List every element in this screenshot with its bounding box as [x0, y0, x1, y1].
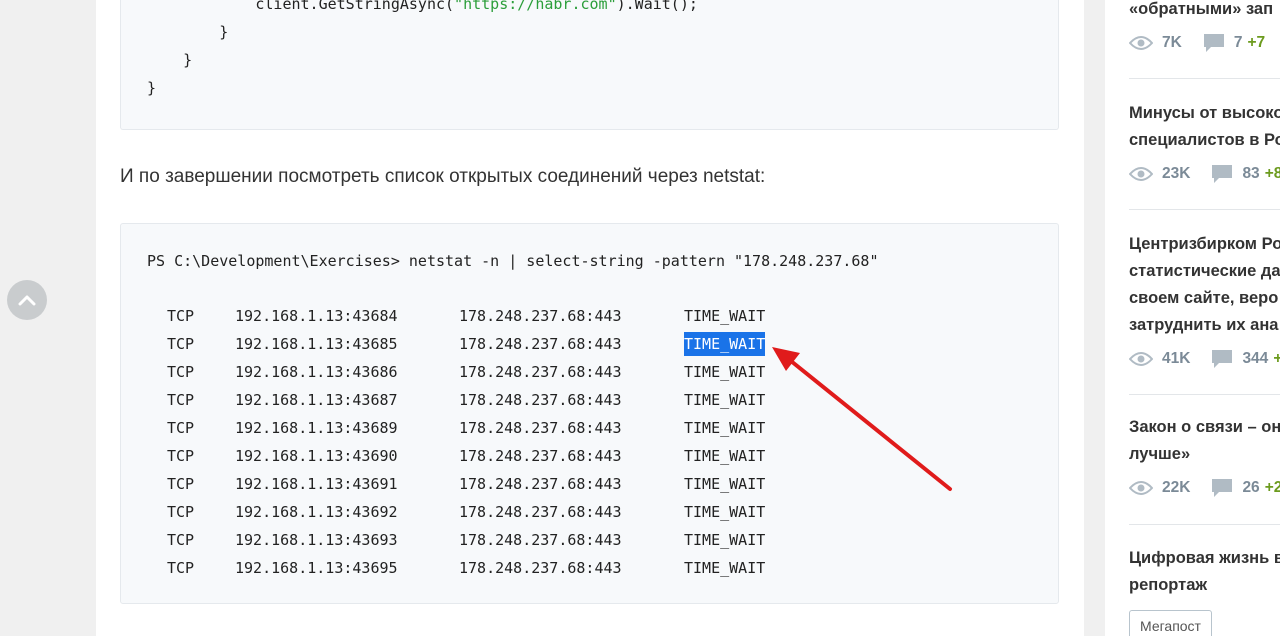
views-count: 22K [1162, 479, 1191, 496]
local-address-cell: 192.168.1.13:43687 [235, 391, 398, 409]
code-line: client.GetStringAsync("https://habr.com"… [147, 0, 698, 13]
views-count: 41K [1162, 350, 1191, 367]
eye-icon [1129, 352, 1153, 366]
post-title-line[interactable]: лучше» [1129, 441, 1280, 468]
comments-count[interactable]: 26 [1242, 479, 1259, 497]
divider [1129, 394, 1280, 395]
remote-address-cell: 178.248.237.68:443 [459, 503, 622, 521]
divider [1129, 209, 1280, 210]
divider [1129, 78, 1280, 79]
protocol-cell: TCP [167, 391, 195, 409]
remote-address-cell: 178.248.237.68:443 [459, 391, 622, 409]
scroll-to-top-button[interactable] [7, 280, 47, 320]
post-title-line[interactable]: специалистов в Ро [1129, 127, 1280, 154]
local-address-cell: 192.168.1.13:43695 [235, 559, 398, 577]
sidebar-post[interactable]: Центризбирком Ро статистические да своем… [1129, 231, 1280, 371]
new-comments-count: +7 [1247, 34, 1266, 51]
local-address-cell: 192.168.1.13:43692 [235, 503, 398, 521]
post-title-line[interactable]: Цифровая жизнь в [1129, 545, 1280, 572]
protocol-cell: TCP [167, 531, 195, 549]
code-line: } [147, 79, 157, 97]
netstat-row: TCP 192.168.1.13:43695 178.248.237.68:443 T… [121, 556, 1021, 580]
state-cell: TIME_WAIT [684, 559, 766, 577]
comment-icon [1203, 34, 1224, 52]
new-comments-count: + [1273, 350, 1280, 367]
sidebar-post[interactable]: Цифровая жизнь в репортаж [1129, 545, 1280, 599]
local-address-cell: 192.168.1.13:43689 [235, 419, 398, 437]
eye-icon [1129, 481, 1153, 495]
post-title-line[interactable]: «обратными» зап [1129, 0, 1280, 23]
post-title-line[interactable]: репортаж [1129, 572, 1280, 599]
sidebar-post[interactable]: «обратными» зап 7K 7 +7 [1129, 0, 1280, 55]
protocol-cell: TCP [167, 335, 195, 353]
code-line: } [147, 23, 229, 41]
state-cell: TIME_WAIT [684, 332, 766, 356]
sidebar-post[interactable]: Закон о связи – он лучше» 22K 26 +2 [1129, 414, 1280, 500]
remote-address-cell: 178.248.237.68:443 [459, 475, 622, 493]
eye-icon [1129, 36, 1153, 50]
sidebar-post[interactable]: Минусы от высоко специалистов в Ро 23K 8… [1129, 100, 1280, 186]
remote-address-cell: 178.248.237.68:443 [459, 419, 622, 437]
post-tag-badge[interactable]: Мегапост [1129, 610, 1212, 636]
remote-address-cell: 178.248.237.68:443 [459, 447, 622, 465]
local-address-cell: 192.168.1.13:43693 [235, 531, 398, 549]
post-meta: 41K 344 + [1129, 347, 1280, 371]
local-address-cell: 192.168.1.13:43690 [235, 447, 398, 465]
command-line: PS C:\Development\Exercises> netstat -n … [147, 252, 879, 270]
state-cell: TIME_WAIT [684, 475, 766, 493]
comment-icon [1212, 479, 1233, 497]
post-meta: 23K 83 +8 [1129, 162, 1280, 186]
sidebar-popular-posts: «обратными» зап 7K 7 +7 Минусы от высоко… [1105, 0, 1280, 636]
netstat-row: TCP 192.168.1.13:43684 178.248.237.68:443 T… [121, 304, 1021, 328]
comments-count[interactable]: 7 [1234, 34, 1243, 52]
comment-icon [1212, 350, 1233, 368]
netstat-row: TCP 192.168.1.13:43693 178.248.237.68:443 T… [121, 528, 1021, 552]
remote-address-cell: 178.248.237.68:443 [459, 559, 622, 577]
red-arrow-annotation [772, 347, 952, 491]
post-title-line[interactable]: Центризбирком Ро [1129, 231, 1280, 258]
state-cell: TIME_WAIT [684, 363, 766, 381]
remote-address-cell: 178.248.237.68:443 [459, 335, 622, 353]
local-address-cell: 192.168.1.13:43691 [235, 475, 398, 493]
local-address-cell: 192.168.1.13:43686 [235, 363, 398, 381]
protocol-cell: TCP [167, 559, 195, 577]
protocol-cell: TCP [167, 307, 195, 325]
post-title-line[interactable]: Минусы от высоко [1129, 100, 1280, 127]
arrow-up-icon [18, 295, 36, 306]
state-cell: TIME_WAIT [684, 307, 766, 325]
views-count: 23K [1162, 165, 1191, 182]
local-address-cell: 192.168.1.13:43684 [235, 307, 398, 325]
post-title-line[interactable]: своем сайте, веро [1129, 285, 1280, 312]
article-paragraph: И по завершении посмотреть список открыт… [120, 166, 766, 187]
state-cell: TIME_WAIT [684, 391, 766, 409]
comment-icon [1212, 165, 1233, 183]
comments-count[interactable]: 344 [1242, 350, 1268, 368]
remote-address-cell: 178.248.237.68:443 [459, 531, 622, 549]
protocol-cell: TCP [167, 475, 195, 493]
post-title-line[interactable]: Закон о связи – он [1129, 414, 1280, 441]
protocol-cell: TCP [167, 447, 195, 465]
state-cell: TIME_WAIT [684, 503, 766, 521]
remote-address-cell: 178.248.237.68:443 [459, 307, 622, 325]
post-meta: 7K 7 +7 [1129, 31, 1280, 55]
protocol-cell: TCP [167, 503, 195, 521]
views-count: 7K [1162, 34, 1182, 51]
eye-icon [1129, 167, 1153, 181]
state-cell: TIME_WAIT [684, 447, 766, 465]
remote-address-cell: 178.248.237.68:443 [459, 363, 622, 381]
post-title-line[interactable]: затруднить их ана [1129, 312, 1280, 339]
comments-count[interactable]: 83 [1242, 165, 1259, 183]
post-title-line[interactable]: статистические да [1129, 258, 1280, 285]
new-comments-count: +2 [1264, 479, 1280, 496]
protocol-cell: TCP [167, 363, 195, 381]
state-cell: TIME_WAIT [684, 419, 766, 437]
divider [1129, 524, 1280, 525]
protocol-cell: TCP [167, 419, 195, 437]
local-address-cell: 192.168.1.13:43685 [235, 335, 398, 353]
state-cell: TIME_WAIT [684, 531, 766, 549]
code-line: } [147, 51, 193, 69]
code-block-csharp: client.GetStringAsync("https://habr.com"… [120, 0, 1059, 130]
new-comments-count: +8 [1264, 165, 1280, 182]
post-meta: 22K 26 +2 [1129, 476, 1280, 500]
